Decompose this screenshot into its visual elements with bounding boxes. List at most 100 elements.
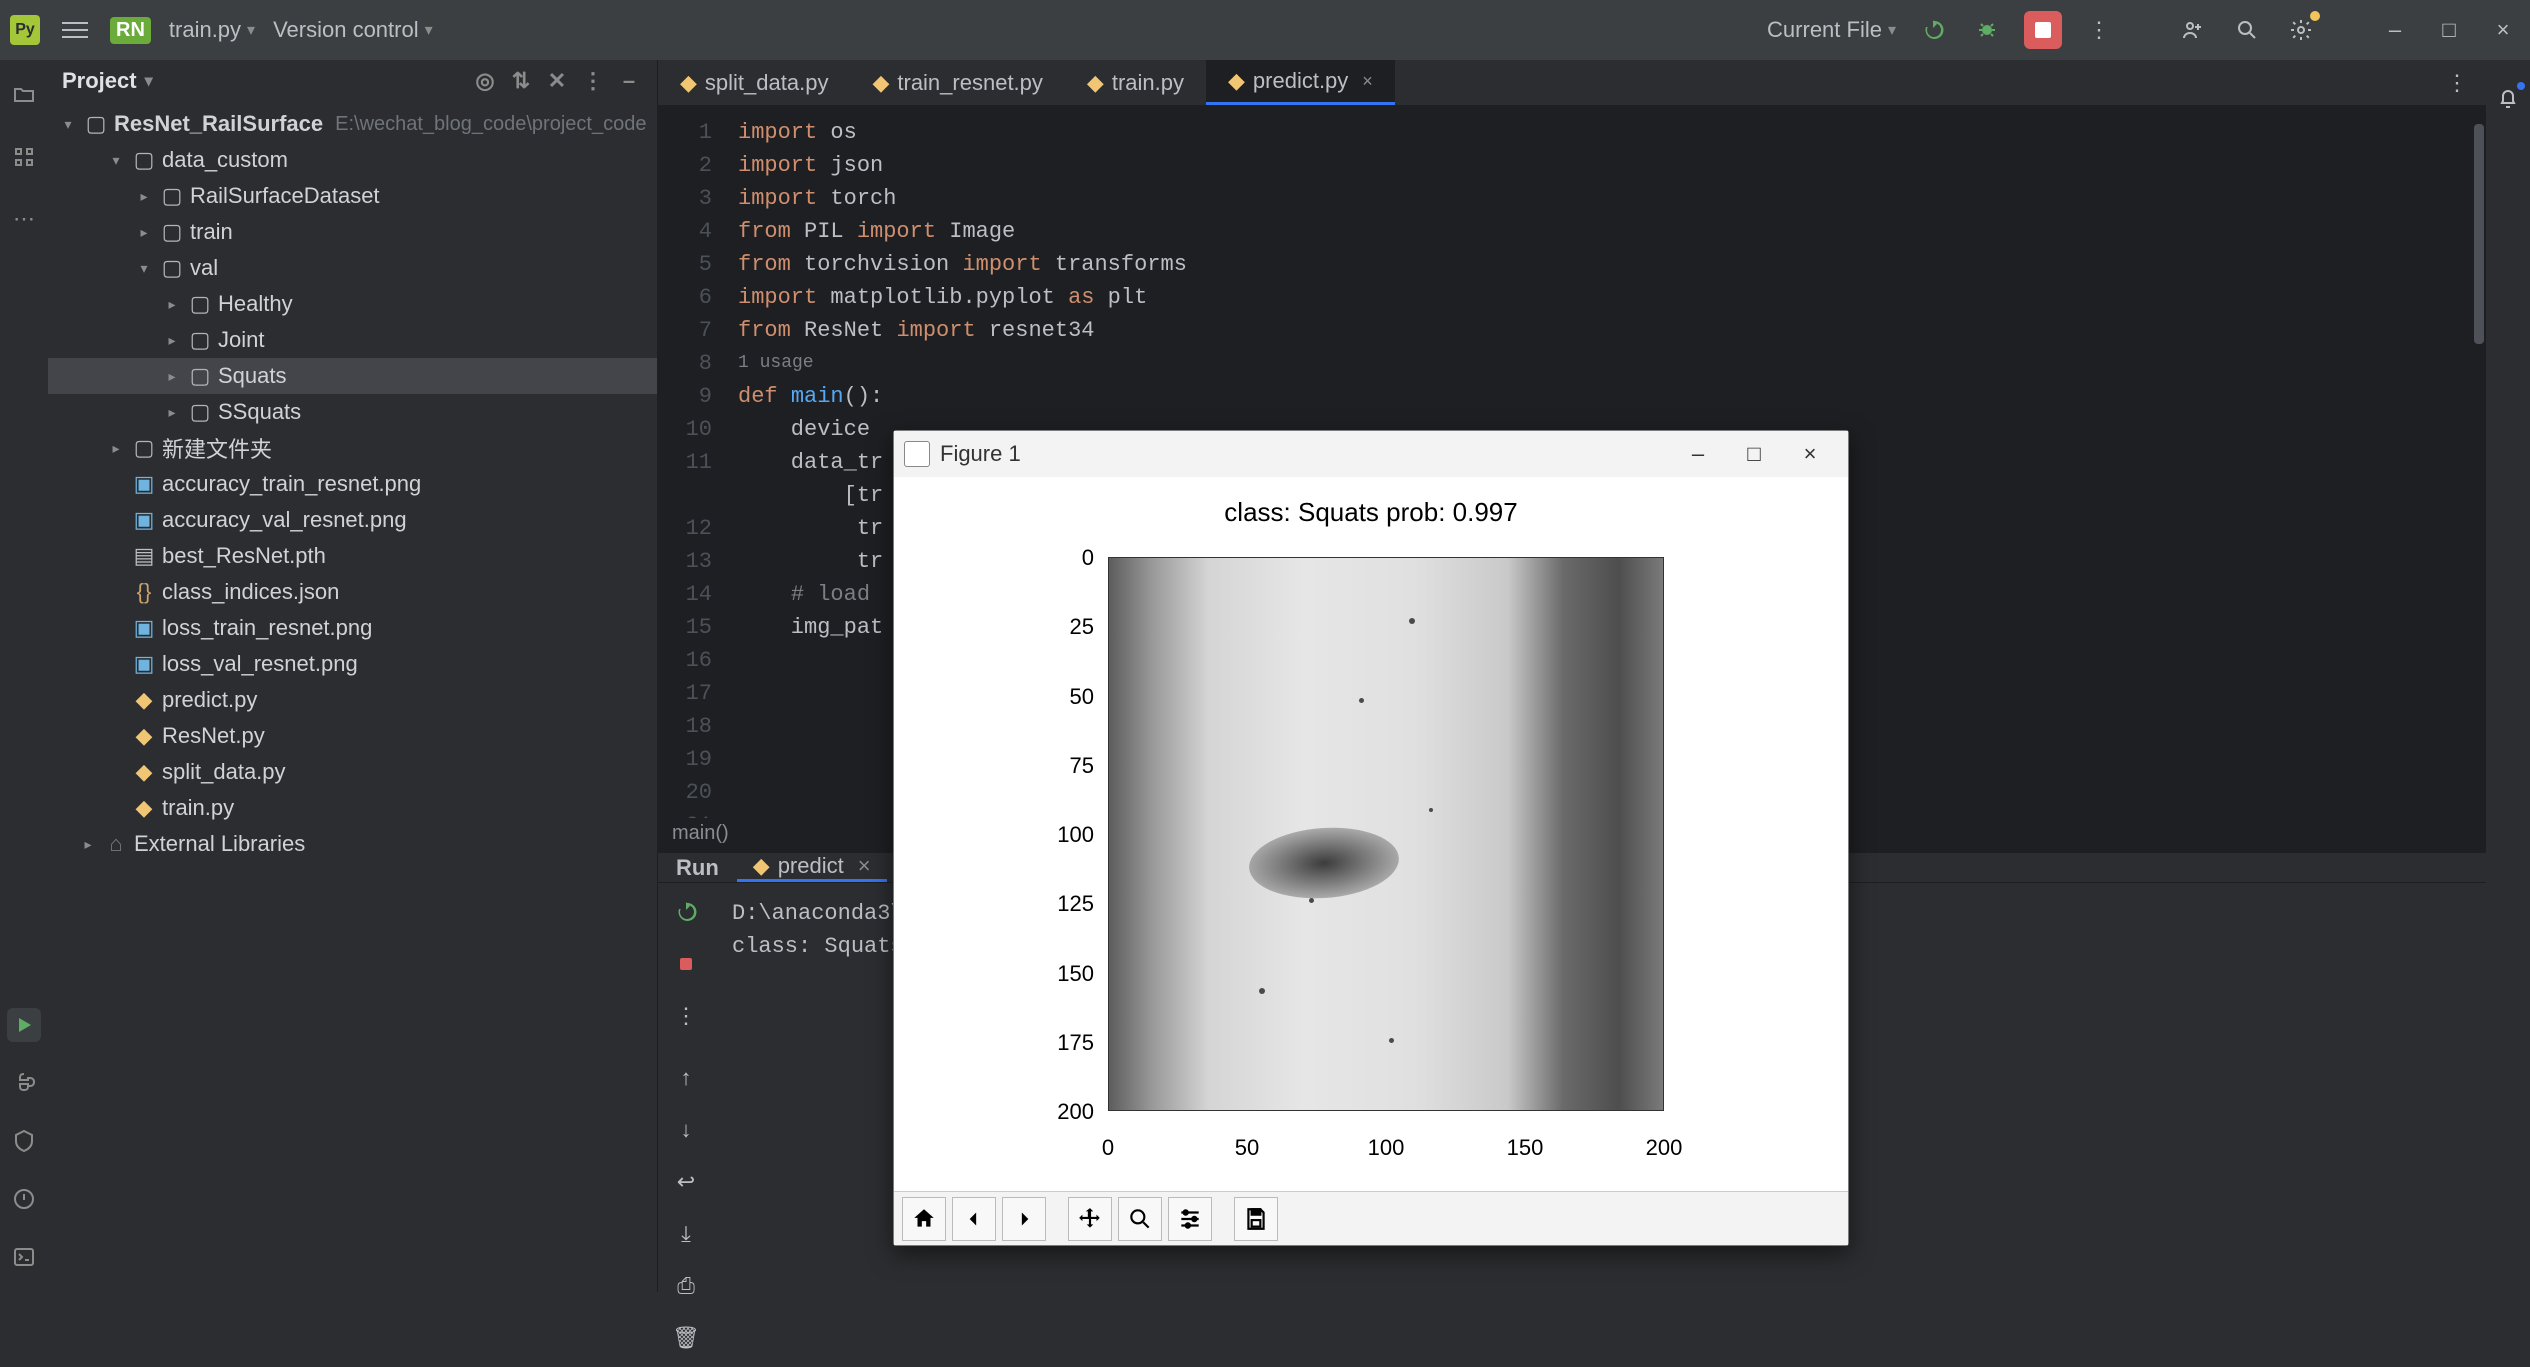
matplotlib-figure-window[interactable]: Figure 1 – □ × class: Squats prob: 0.997… [893,430,1849,1246]
file-icon: ▤ [132,543,156,569]
python-icon: ◆ [1087,70,1104,96]
terminal-button[interactable] [7,1240,41,1274]
tree-root-path: E:\wechat_blog_code\project_code [335,113,646,136]
expand-all-button[interactable]: ⇅ [507,67,535,95]
back-button[interactable] [952,1197,996,1241]
close-icon[interactable]: × [858,853,871,879]
save-figure-button[interactable] [1234,1197,1278,1241]
editor-tab[interactable]: ◆train.py [1065,60,1206,105]
figure-minimize-button[interactable]: – [1670,431,1726,477]
tree-item[interactable]: ▤best_ResNet.pth [48,538,657,574]
figure-titlebar[interactable]: Figure 1 – □ × [894,431,1848,477]
more-actions-button[interactable]: ⋮ [2082,13,2116,47]
structure-tool-button[interactable] [7,140,41,174]
tree-item[interactable]: ▣accuracy_val_resnet.png [48,502,657,538]
settings-button[interactable] [2284,13,2318,47]
clear-button[interactable]: 🗑 [669,1321,703,1355]
tab-label: predict.py [1253,68,1348,94]
tree-item[interactable]: ▸▢新建文件夹 [48,430,657,466]
window-maximize-button[interactable]: □ [2432,13,2466,47]
tab-options-button[interactable]: ⋮ [2440,66,2474,100]
run-more-button[interactable]: ⋮ [669,999,703,1033]
print-button[interactable]: ⎙ [669,1269,703,1303]
search-button[interactable] [2230,13,2264,47]
tree-item[interactable]: ▾▢data_custom [48,142,657,178]
zoom-button[interactable] [1118,1197,1162,1241]
scroll-down-button[interactable]: ↓ [669,1113,703,1147]
python-packages-button[interactable] [7,1066,41,1100]
main-menu-button[interactable] [58,13,92,47]
tree-item[interactable]: ▸▢train [48,214,657,250]
stop-run-button[interactable] [669,947,703,981]
tree-item-label: 新建文件夹 [162,432,272,464]
chevron-icon: ▾ [134,260,154,277]
tree-item[interactable]: ▣loss_val_resnet.png [48,646,657,682]
scrollbar[interactable] [2466,106,2486,818]
tree-item[interactable]: ◆predict.py [48,682,657,718]
tree-item[interactable]: ◆ResNet.py [48,718,657,754]
run-tool-button[interactable] [7,1008,41,1042]
project-tool-button[interactable] [7,78,41,112]
tree-item-label: train.py [162,795,234,821]
debug-button[interactable] [1970,13,2004,47]
problems-button[interactable] [7,1182,41,1216]
services-button[interactable] [7,1124,41,1158]
tree-item[interactable]: ▣accuracy_train_resnet.png [48,466,657,502]
editor-tab[interactable]: ◆predict.py× [1206,60,1395,105]
run-button[interactable] [1916,13,1950,47]
tree-item[interactable]: ▸▢Squats [48,358,657,394]
panel-options-button[interactable]: ⋮ [579,67,607,95]
editor-tab[interactable]: ◆train_resnet.py [850,60,1064,105]
run-panel-title: Run [676,855,719,881]
notifications-button[interactable] [2491,82,2525,116]
window-minimize-button[interactable]: – [2378,13,2412,47]
close-icon: × [2497,17,2510,43]
tree-item[interactable]: ▣loss_train_resnet.png [48,610,657,646]
tree-item[interactable]: ◆split_data.py [48,754,657,790]
collapse-all-button[interactable]: ✕ [543,67,571,95]
tree-item[interactable]: ▸▢Healthy [48,286,657,322]
folder-icon: ▢ [132,435,156,461]
run-tools: ⋮ ↑ ↓ ↩ ⤓ ⎙ 🗑 [658,883,714,1367]
project-tree[interactable]: ▾ ▢ ResNet_RailSurface E:\wechat_blog_co… [48,102,657,1292]
window-close-button[interactable]: × [2486,13,2520,47]
figure-canvas[interactable]: class: Squats prob: 0.997 02550751001251… [894,477,1848,1191]
home-button[interactable] [902,1197,946,1241]
y-tick-label: 0 [1044,545,1094,571]
scroll-to-end-button[interactable]: ⤓ [669,1217,703,1251]
tree-item[interactable]: ▸▢RailSurfaceDataset [48,178,657,214]
figure-close-button[interactable]: × [1782,431,1838,477]
chevron-icon: ▸ [134,224,154,241]
scroll-up-button[interactable]: ↑ [669,1061,703,1095]
soft-wrap-button[interactable]: ↩ [669,1165,703,1199]
tree-item[interactable]: ▸▢Joint [48,322,657,358]
forward-button[interactable] [1002,1197,1046,1241]
more-tool-button[interactable]: ⋯ [7,202,41,236]
figure-maximize-button[interactable]: □ [1726,431,1782,477]
rerun-button[interactable] [669,895,703,929]
tree-item[interactable]: {}class_indices.json [48,574,657,610]
editor-tab[interactable]: ◆split_data.py [658,60,850,105]
run-config-dropdown[interactable]: Current File ▾ [1767,17,1896,43]
folder-icon: ▢ [84,111,108,137]
tree-item[interactable]: ▸⌂External Libraries [48,826,657,862]
stop-button[interactable] [2024,11,2062,49]
pan-button[interactable] [1068,1197,1112,1241]
y-tick-label: 150 [1044,961,1094,987]
tree-root[interactable]: ▾ ▢ ResNet_RailSurface E:\wechat_blog_co… [48,106,657,142]
tree-item[interactable]: ▾▢val [48,250,657,286]
close-icon[interactable]: × [1362,71,1373,92]
tree-item[interactable]: ▸▢SSquats [48,394,657,430]
code-with-me-button[interactable] [2176,13,2210,47]
run-tab[interactable]: ◆ predict × [737,853,887,882]
configure-subplots-button[interactable] [1168,1197,1212,1241]
project-panel-header: Project ▾ ◎ ⇅ ✕ ⋮ – [48,60,657,102]
chevron-icon: ▸ [78,836,98,853]
hide-panel-button[interactable]: – [615,67,643,95]
select-opened-file-button[interactable]: ◎ [471,67,499,95]
tree-item[interactable]: ◆train.py [48,790,657,826]
current-file-dropdown[interactable]: train.py ▾ [169,17,255,43]
vcs-dropdown[interactable]: Version control ▾ [273,17,433,43]
folder-icon: ▢ [160,183,184,209]
python-icon: ◆ [132,687,156,713]
